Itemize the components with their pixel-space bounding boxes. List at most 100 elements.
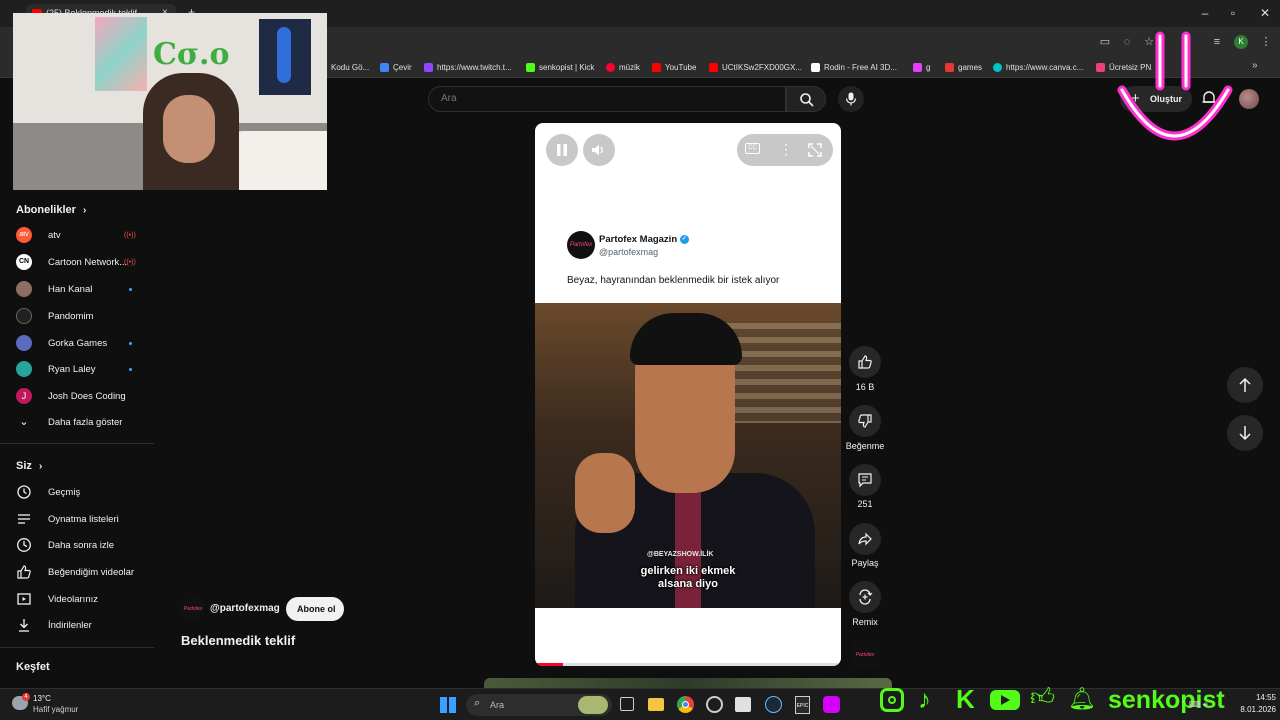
cast-icon[interactable]: ▭ [1098, 35, 1112, 49]
clock[interactable]: 14:55 8.01.2026 [1230, 693, 1276, 714]
like-button[interactable] [849, 346, 881, 378]
bookmark-item[interactable]: müzik [606, 61, 640, 73]
app-icon[interactable] [823, 696, 840, 713]
bookmark-item[interactable]: games [945, 61, 982, 73]
sidebar-item-label: Geçmiş [48, 486, 81, 498]
thumbs-down-icon [858, 414, 872, 428]
remix-button[interactable] [849, 581, 881, 613]
history-icon [17, 485, 31, 499]
bell-icon: 🔔︎ [1068, 686, 1096, 711]
search-icon [800, 93, 814, 107]
sidebar-item-playlists[interactable]: Oynatma listeleri [0, 506, 155, 532]
share-label: Paylaş [851, 558, 879, 568]
weather-widget[interactable]: 4 13°C Hafif yağmur [12, 693, 112, 717]
sidebar-item-han-kanal[interactable]: Han Kanal [0, 276, 155, 302]
sidebar-item-josh-does-coding[interactable]: J Josh Does Coding [0, 383, 155, 409]
bookmark-item[interactable]: UCtIKSw2FXD00GX... [709, 61, 802, 73]
minimize-icon[interactable]: – [1190, 5, 1220, 21]
sidebar-item-downloads[interactable]: İndirilenler [0, 612, 155, 638]
search-button[interactable] [786, 86, 826, 112]
bookmark-item[interactable]: YouTube [652, 61, 696, 73]
stream-logo-icon [1117, 31, 1233, 141]
profile-avatar-k[interactable]: K [1234, 35, 1248, 49]
bookmark-item[interactable]: senkopist | Kick [526, 61, 594, 73]
sidebar: Abonelikler › atv atv ((•)) CN Cartoon N… [0, 190, 155, 688]
bookmarks-overflow-icon[interactable]: » [1252, 60, 1258, 71]
taskbar-search[interactable]: ⌕ Ara [466, 694, 612, 716]
bookmark-item[interactable]: g [913, 61, 930, 73]
captions-icon[interactable]: CC [745, 143, 760, 154]
you-heading[interactable]: Siz › [16, 460, 42, 472]
k-icon [913, 62, 922, 72]
progress-track[interactable] [535, 663, 841, 666]
previous-short-button[interactable] [1227, 367, 1263, 403]
channel-avatar: J [16, 388, 32, 404]
channel-handle[interactable]: @partofexmag [210, 603, 280, 614]
chrome-icon[interactable] [677, 696, 694, 713]
comment-icon [858, 473, 872, 488]
search-box[interactable] [428, 86, 786, 112]
windows-start-icon[interactable] [440, 697, 456, 713]
channel-avatar [16, 361, 32, 377]
sidebar-item-label: atv [48, 229, 61, 241]
fullscreen-icon[interactable] [808, 143, 822, 157]
like-count: 16 B [855, 382, 875, 392]
file-explorer-icon[interactable] [648, 698, 664, 711]
kebab-menu-icon[interactable]: ⋮ [1259, 35, 1273, 49]
sidebar-item-watch-later[interactable]: Daha sonra izle [0, 532, 155, 558]
bookmark-item[interactable]: https://www.canva.c... [993, 61, 1083, 73]
sidebar-item-atv[interactable]: atv atv ((•)) [0, 222, 155, 248]
new-content-dot [129, 367, 132, 371]
subscribe-button[interactable]: Abone ol [286, 597, 344, 621]
sidebar-item-history[interactable]: Geçmiş [0, 479, 155, 505]
sound-thumbnail[interactable]: Partofex [851, 641, 879, 669]
sidebar-item-label: Josh Does Coding [48, 390, 126, 402]
search-icon: ⌕ [474, 697, 481, 709]
bookmark-item[interactable]: Rodin - Free AI 3D... [811, 61, 897, 73]
obs-icon[interactable] [706, 696, 723, 713]
system-tray-icons[interactable]: ⌃ ⌨ 🔊︎ [1180, 700, 1208, 710]
dislike-button[interactable] [849, 405, 881, 437]
sidebar-item-liked-videos[interactable]: Beğendiğim videolar [0, 559, 155, 585]
bookmark-item[interactable]: Kodu Gö... [331, 61, 369, 73]
account-avatar[interactable] [1239, 89, 1259, 109]
channel-avatar[interactable]: Partofex [181, 597, 205, 621]
task-view-icon[interactable] [620, 697, 634, 711]
new-content-dot [129, 341, 132, 345]
next-short-preview [484, 678, 892, 688]
maximize-icon[interactable]: ▫ [1218, 5, 1248, 21]
volume-icon [592, 144, 603, 156]
short-player[interactable]: Partofex Partofex Magazin ✓ @partofexmag… [535, 123, 841, 666]
sidebar-divider [0, 647, 154, 648]
search-highlight-icon [578, 696, 608, 714]
epic-games-icon[interactable]: EPIC [795, 696, 810, 714]
sidebar-item-ryan-laley[interactable]: Ryan Laley [0, 356, 155, 382]
more-options-icon[interactable]: ⋮ [779, 141, 793, 158]
subscriptions-heading[interactable]: Abonelikler › [16, 204, 86, 216]
steam-icon[interactable] [765, 696, 782, 713]
comments-button[interactable] [849, 464, 881, 496]
sidebar-item-label: Beğendiğim videolar [48, 566, 135, 578]
sidebar-item-gorka-games[interactable]: Gorka Games [0, 330, 155, 356]
voice-search-button[interactable] [838, 86, 864, 112]
search-input[interactable] [441, 93, 741, 104]
pause-button[interactable] [546, 134, 578, 166]
store-icon[interactable] [735, 697, 751, 712]
video-frame[interactable]: @BEYAZSHOW.İLİK gelirken iki ekmek alsan… [535, 303, 841, 608]
remix-label: Remix [852, 617, 878, 627]
tweet-avatar: Partofex [567, 231, 595, 259]
live-icon: ((•)) [124, 258, 136, 266]
bookmark-item[interactable]: https://www.twitch.t... [424, 61, 512, 73]
clock-icon [17, 538, 31, 552]
volume-button[interactable] [583, 134, 615, 166]
download-icon [19, 619, 29, 632]
sidebar-item-pandomim[interactable]: Pandomim [0, 303, 155, 329]
bookmark-item[interactable]: Çevir [380, 61, 412, 73]
show-more-button[interactable]: ⌄ Daha fazla göster [0, 409, 155, 435]
next-short-button[interactable] [1227, 415, 1263, 451]
sidebar-item-cartoon-network[interactable]: CN Cartoon Network... ((•)) [0, 249, 155, 275]
close-window-icon[interactable]: ✕ [1250, 5, 1280, 21]
poster-left [95, 17, 147, 91]
sidebar-item-your-videos[interactable]: Videolarınız [0, 586, 155, 612]
share-button[interactable] [849, 523, 881, 555]
